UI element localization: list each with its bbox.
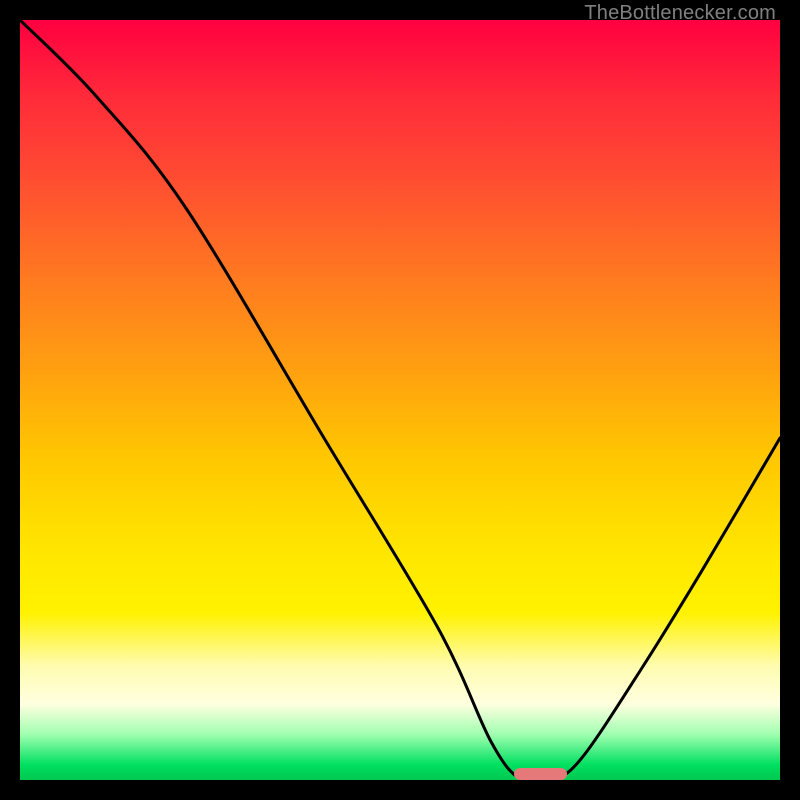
- plot-area: [20, 20, 780, 780]
- chart-frame: TheBottlenecker.com: [0, 0, 800, 800]
- bottleneck-curve-path: [20, 20, 780, 780]
- curve-svg: [20, 20, 780, 780]
- optimal-range-marker: [514, 768, 567, 780]
